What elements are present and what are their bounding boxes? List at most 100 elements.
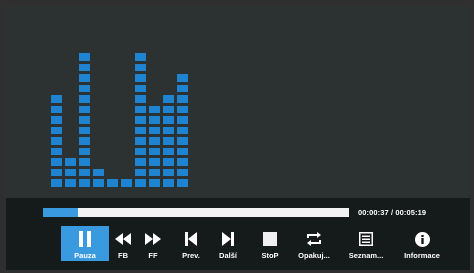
equalizer-cell [149,105,160,113]
equalizer-cell [149,126,160,134]
equalizer-cell [65,158,76,166]
equalizer-cell [79,84,90,92]
equalizer-cell [163,179,174,187]
equalizer-cell [135,74,146,82]
equalizer-cell [79,53,90,61]
equalizer-cell [79,168,90,176]
equalizer-cell [79,105,90,113]
equalizer-cell [149,147,160,155]
equalizer-cell [163,105,174,113]
equalizer-cell [177,95,188,103]
equalizer-cell [51,179,62,187]
equalizer-cell [65,168,76,176]
equalizer-cell [177,105,188,113]
equalizer-cell [177,84,188,92]
equalizer-cell [79,126,90,134]
equalizer-cell [135,84,146,92]
repeat-label: Opakuj... [298,251,330,260]
info-icon [414,229,430,249]
stop-icon [263,229,277,249]
equalizer-cell [121,179,132,187]
playlist-label: Seznam... [348,251,384,260]
equalizer-cell [51,95,62,103]
equalizer-cell [79,158,90,166]
equalizer-cell [79,137,90,145]
next-label: Další [219,251,237,260]
equalizer-cell [93,179,104,187]
equalizer-cell [79,95,90,103]
equalizer-cell [51,116,62,124]
visualizer-area [6,6,470,198]
fast-backward-icon [115,229,131,249]
info-button[interactable]: Informace [404,226,440,261]
equalizer-cell [163,116,174,124]
equalizer-cell [51,147,62,155]
equalizer-cell [135,95,146,103]
equalizer-cell [135,158,146,166]
equalizer-cell [163,126,174,134]
equalizer-cell [135,147,146,155]
equalizer-cell [135,137,146,145]
fast-forward-icon [145,229,161,249]
repeat-button[interactable]: Opakuj... [298,226,330,261]
equalizer-cell [79,179,90,187]
equalizer-cell [163,168,174,176]
info-label: Informace [404,251,440,260]
fast-backward-button[interactable]: FB [107,226,139,261]
equalizer-cell [177,116,188,124]
equalizer-cell [51,168,62,176]
skip-next-icon [222,229,234,249]
pause-button[interactable]: Pauza [61,226,109,261]
equalizer-cell [79,63,90,71]
equalizer-cell [177,179,188,187]
progress-bar[interactable] [43,208,349,217]
repeat-icon [306,229,322,249]
playlist-button[interactable]: Seznam... [348,226,384,261]
equalizer-cell [177,137,188,145]
equalizer-cell [65,179,76,187]
pause-icon [78,229,92,249]
stop-label: StoP [261,251,279,260]
equalizer-cell [51,137,62,145]
playlist-icon [359,229,373,249]
equalizer-cell [177,147,188,155]
equalizer-cell [177,74,188,82]
fast-forward-button[interactable]: FF [137,226,169,261]
control-bar: 00:00:37 / 00:05:19 Pauza FB FF Prev. Da… [6,198,470,270]
equalizer-cell [79,116,90,124]
pause-label: Pauza [74,251,96,260]
equalizer-cell [79,147,90,155]
equalizer-cell [51,105,62,113]
equalizer-cell [149,158,160,166]
equalizer-cell [135,105,146,113]
player-window: 00:00:37 / 00:05:19 Pauza FB FF Prev. Da… [0,0,474,273]
equalizer-cell [79,74,90,82]
equalizer-cell [163,147,174,155]
equalizer-cell [135,53,146,61]
equalizer-cell [149,179,160,187]
equalizer-cell [135,63,146,71]
equalizer-cell [163,137,174,145]
equalizer-cell [107,179,118,187]
skip-previous-icon [185,229,197,249]
fast-forward-label: FF [148,251,158,260]
stop-button[interactable]: StoP [254,226,286,261]
equalizer-cell [93,168,104,176]
progress-fill [43,208,79,217]
time-display: 00:00:37 / 00:05:19 [358,208,427,217]
equalizer-cell [177,126,188,134]
equalizer-cell [135,179,146,187]
equalizer-cell [177,158,188,166]
previous-button[interactable]: Prev. [175,226,207,261]
equalizer-cell [135,126,146,134]
equalizer-cell [163,95,174,103]
previous-label: Prev. [182,251,200,260]
equalizer-cell [177,168,188,176]
equalizer-cell [149,116,160,124]
next-button[interactable]: Další [212,226,244,261]
equalizer-cell [135,168,146,176]
equalizer-cell [149,168,160,176]
equalizer-cell [135,116,146,124]
equalizer-cell [51,126,62,134]
equalizer-cell [51,158,62,166]
